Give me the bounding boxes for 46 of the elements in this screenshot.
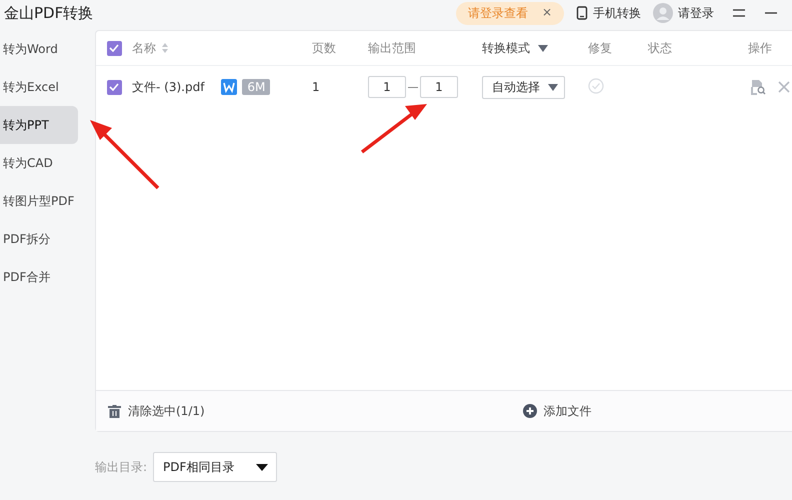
preview-icon[interactable] <box>750 79 766 95</box>
column-header[interactable]: 转换模式 <box>482 40 530 56</box>
app-title: 金山PDF转换 <box>4 4 94 22</box>
sidebar-item[interactable]: PDF合并 <box>0 258 78 296</box>
phone-icon <box>576 6 588 20</box>
close-icon[interactable] <box>778 81 790 93</box>
annotation-arrow <box>90 120 160 190</box>
caret-icon <box>548 84 558 90</box>
sidebar-item[interactable]: 转为PPT <box>0 106 78 144</box>
range-end-field[interactable]: 1 <box>420 76 458 98</box>
caret-icon[interactable] <box>538 44 548 52</box>
file-name: 文件- (3).pdf <box>132 78 204 96</box>
promo-banner[interactable]: 请登录查看 × <box>456 2 564 24</box>
sidebar-item[interactable]: 转为CAD <box>0 144 78 182</box>
size-badge: 6M <box>242 79 270 95</box>
check-circle-icon[interactable] <box>588 78 604 94</box>
column-header: 页数 <box>312 40 336 54</box>
mobile-convert-link[interactable]: 手机转换 <box>576 4 641 22</box>
plus-circle-icon <box>522 404 537 418</box>
sidebar-item[interactable]: 转为Excel <box>0 68 78 106</box>
login-link[interactable]: 请登录 <box>653 3 714 23</box>
trash-icon <box>108 404 121 418</box>
row-checkbox[interactable] <box>106 80 122 94</box>
avatar-icon <box>653 3 673 23</box>
clear-selected-button[interactable]: 清除选中(1/1) <box>108 402 205 420</box>
column-header: 操作 <box>748 40 772 54</box>
caret-icon <box>256 464 268 470</box>
annotation-arrow <box>360 104 427 154</box>
column-header: 状态 <box>648 40 672 54</box>
output-folder-label: 输出目录: <box>95 458 148 476</box>
check-icon <box>109 44 119 52</box>
word-icon <box>221 79 238 95</box>
menu-icon[interactable] <box>732 7 746 19</box>
sidebar-item[interactable]: PDF拆分 <box>0 220 78 258</box>
output-folder-dropdown[interactable]: PDF相同目录 <box>153 452 278 482</box>
check-icon <box>109 83 119 91</box>
mode-dropdown[interactable]: 自动选择 <box>482 76 565 98</box>
column-header: 修复 <box>588 40 612 54</box>
sidebar-item[interactable]: 转为Word <box>0 30 78 68</box>
column-header: 名称 <box>132 40 156 56</box>
sidebar-item[interactable]: 转图片型PDF <box>0 182 78 220</box>
add-file-button[interactable]: 添加文件 <box>522 402 592 420</box>
select-all-checkbox[interactable] <box>106 40 122 56</box>
column-header: 输出范围 <box>368 40 416 56</box>
range-start-field[interactable]: 1 <box>368 76 406 98</box>
page-count: 1 <box>312 80 320 94</box>
